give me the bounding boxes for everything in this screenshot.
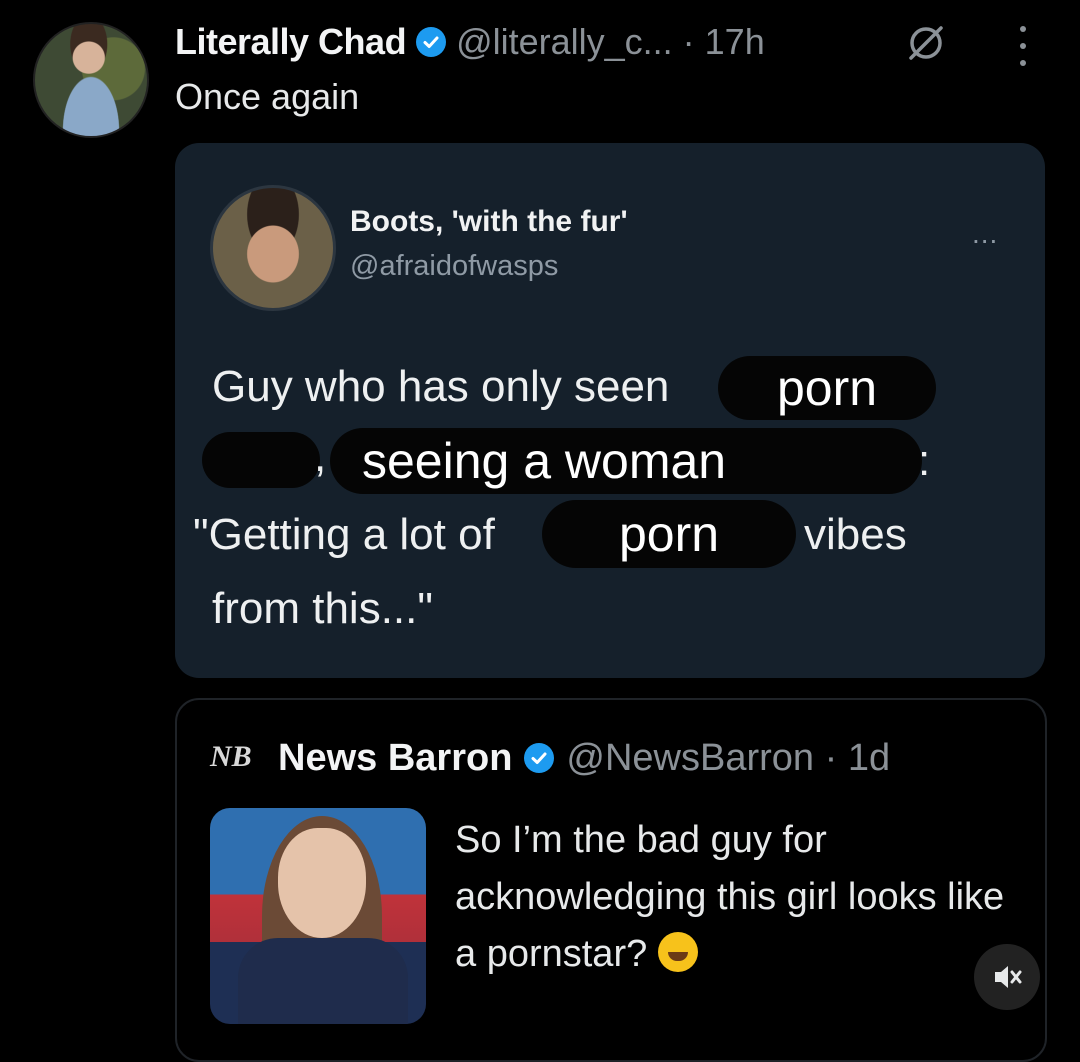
author-avatar[interactable]: [33, 22, 149, 138]
embedded-author-name: Boots, 'with the fur': [350, 205, 628, 238]
more-options-icon[interactable]: [1008, 26, 1038, 66]
embedded-line-3-suffix: vibes: [804, 510, 907, 559]
redaction-mark: porn: [542, 500, 796, 568]
rofl-emoji-icon: [657, 932, 698, 972]
quoted-author-handle[interactable]: @NewsBarron · 1d: [566, 737, 890, 780]
quoted-tweet-header: News Barron @NewsBarron · 1d: [278, 734, 890, 782]
photo-jacket: [238, 938, 408, 1024]
embedded-line-2-comma: ,: [314, 432, 327, 481]
embedded-author-avatar: [210, 185, 336, 311]
quoted-tweet-body: So I’m the bad guy for acknowledging thi…: [455, 819, 1005, 975]
tweet-timestamp[interactable]: · 17h: [683, 21, 765, 63]
muted-speaker-icon[interactable]: [974, 944, 1040, 1010]
author-name[interactable]: Literally Chad: [175, 21, 407, 63]
tweet-header: Literally Chad @literally_c... · 17h: [175, 18, 765, 66]
verified-badge-icon: [524, 743, 555, 773]
author-handle[interactable]: @literally_c...: [456, 21, 673, 63]
quoted-author-name[interactable]: News Barron: [278, 737, 512, 780]
redaction-label: porn: [618, 506, 720, 562]
embedded-author-handle: @afraidofwasps: [350, 250, 559, 282]
quoted-tweet-text: So I’m the bad guy for acknowledging thi…: [455, 812, 1015, 983]
redaction-mark: seeing a woman: [330, 428, 922, 494]
verified-badge-icon: [416, 27, 447, 57]
news-barron-logo: NB: [210, 740, 252, 773]
redaction-mark: [202, 432, 320, 488]
embedded-line-1: Guy who has only seen: [212, 362, 670, 411]
redaction-mark: porn: [718, 356, 936, 420]
redaction-label: porn: [776, 360, 878, 416]
embedded-line-3: "Getting a lot of: [193, 510, 495, 559]
tweet-text: Once again: [175, 76, 360, 117]
photo-face: [278, 828, 366, 938]
embedded-more-icon: ...: [972, 218, 999, 249]
grok-icon[interactable]: [905, 22, 947, 64]
redaction-label: seeing a woman: [362, 433, 727, 489]
embedded-line-4: from this...": [212, 584, 433, 633]
embedded-line-2-colon: :: [918, 436, 931, 485]
quoted-tweet-image[interactable]: [210, 808, 426, 1024]
